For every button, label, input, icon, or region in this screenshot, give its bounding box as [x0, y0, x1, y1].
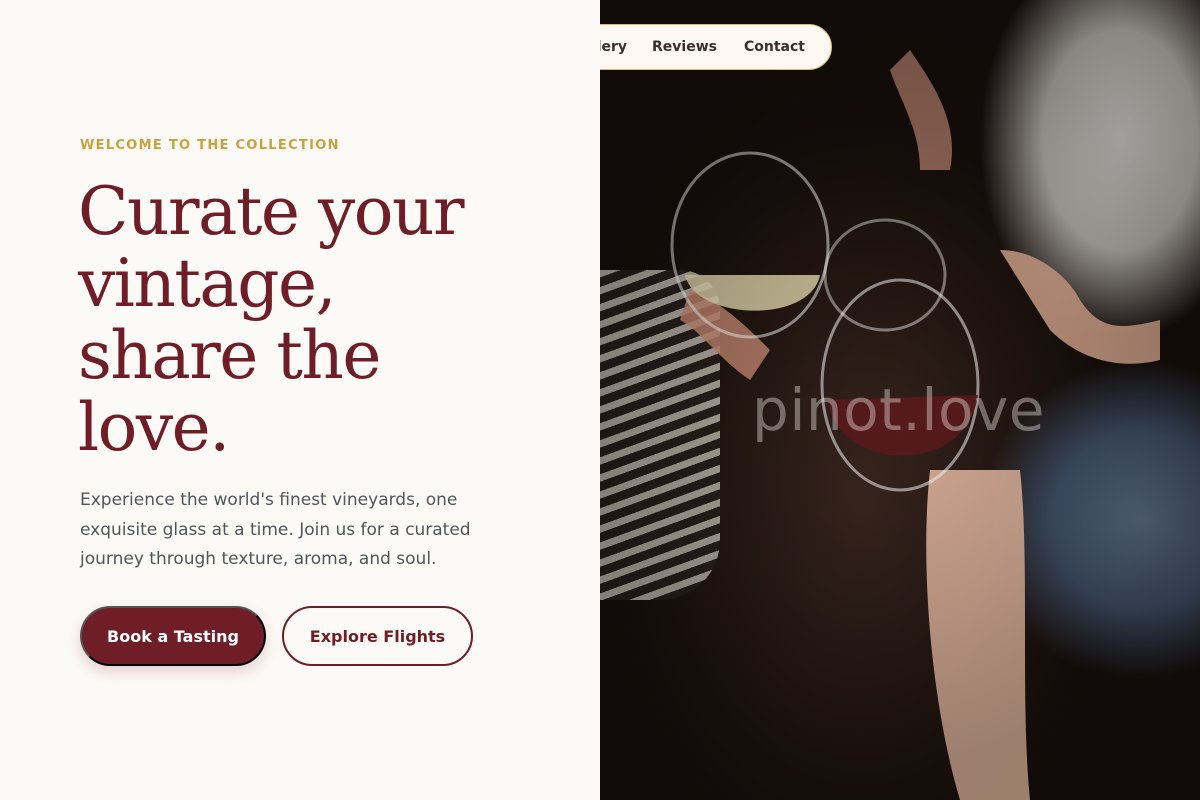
nav-item-reviews[interactable]: Reviews — [652, 39, 717, 55]
headline-line: vintage, — [78, 245, 337, 322]
headline-line: share the — [78, 317, 381, 394]
eyebrow-label: WELCOME TO THE COLLECTION — [80, 138, 340, 153]
watermark-text: pinot.love — [752, 376, 1045, 444]
hero-content: WELCOME TO THE COLLECTION Curate your vi… — [0, 0, 600, 800]
explore-flights-button[interactable]: Explore Flights — [282, 606, 473, 666]
headline-line: Curate your — [78, 173, 465, 250]
nav-item-contact[interactable]: Contact — [744, 39, 805, 55]
headline-line: love. — [78, 389, 230, 466]
hero-headline: Curate your vintage, share the love. — [78, 176, 558, 464]
book-tasting-button[interactable]: Book a Tasting — [80, 606, 266, 666]
hero-photo: pinot.love — [600, 0, 1200, 800]
hero-description: Experience the world's finest vineyards,… — [80, 490, 471, 569]
top-navigation: Gallery Reviews Contact — [560, 24, 832, 70]
